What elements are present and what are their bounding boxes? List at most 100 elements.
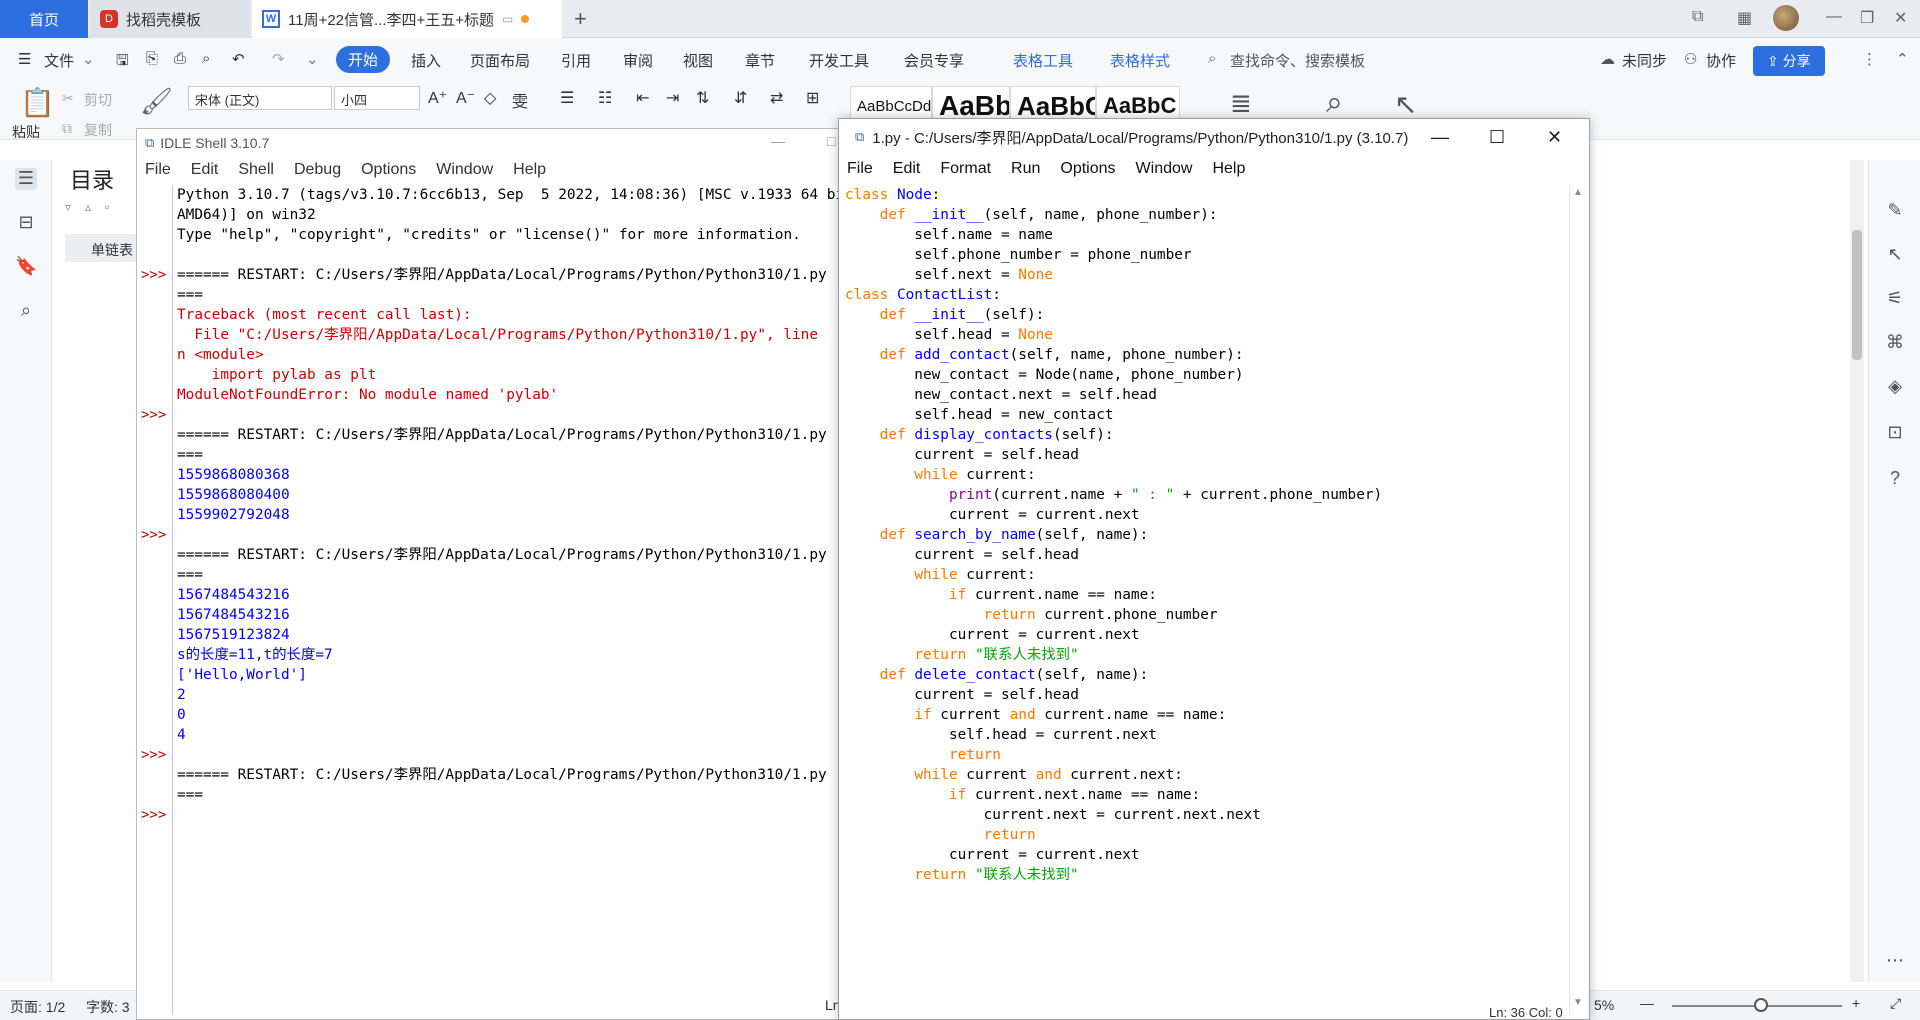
bullet-list-icon[interactable]: ☰ [560,88,574,108]
shell-menu-help[interactable]: Help [513,161,546,179]
new-tab-plus-icon[interactable]: + [574,6,587,32]
scroll-down-icon[interactable]: ▼ [1573,997,1583,1008]
editor-menu-run[interactable]: Run [1011,160,1040,178]
editor-menu-options[interactable]: Options [1060,160,1115,178]
document-scroll-thumb[interactable] [1852,230,1862,360]
shrink-font-icon[interactable]: A⁻ [456,88,475,108]
avatar[interactable] [1773,5,1799,31]
cut-button[interactable]: 剪切 [84,90,112,110]
sort-icon[interactable]: ⇵ [734,88,747,108]
shell-menu-shell[interactable]: Shell [238,161,274,179]
share-button[interactable]: ⇪ 分享 [1753,46,1825,76]
paste-button[interactable]: 粘贴 [12,122,40,142]
page-count[interactable]: 页面: 1/2 [10,997,65,1017]
zoom-out-icon[interactable]: — [1640,995,1654,1011]
collapse-ribbon-icon[interactable]: ⌃ [1896,50,1909,68]
export-pdf-icon[interactable]: ⎘ [146,50,158,67]
styles-icon[interactable]: ⌘ [1884,332,1906,354]
indent-icon[interactable]: ⇥ [666,88,679,108]
tab-stops-icon[interactable]: ⊞ [806,88,819,108]
menu-file[interactable]: 文件 [44,50,74,71]
outline-icon[interactable]: ☰ [15,168,37,190]
menu-member[interactable]: 会员专享 [904,50,964,71]
shell-menu-debug[interactable]: Debug [294,161,341,179]
minimize-icon[interactable]: — [1826,8,1842,26]
paragraph-marks-icon[interactable]: ⇄ [770,88,783,108]
phonetic-icon[interactable]: 雯 [512,88,528,112]
editor-menu-edit[interactable]: Edit [893,160,921,178]
properties-icon[interactable]: ⚟ [1884,288,1906,310]
editor-close-icon[interactable]: ✕ [1547,127,1562,148]
chevron-down-icon[interactable]: ⌄ [82,50,95,68]
scroll-up-icon[interactable]: ▲ [1573,187,1583,198]
menu-table-tools[interactable]: 表格工具 [1013,50,1073,71]
toc-item[interactable]: 单链表 [65,234,145,262]
toc-controls[interactable]: ▿▵▫ [65,200,123,214]
editor-menu-help[interactable]: Help [1212,160,1245,178]
editor-menu-format[interactable]: Format [940,160,991,178]
bookmark-icon[interactable]: 🔖 [15,256,37,278]
select-cursor-icon[interactable]: ↖ [1394,88,1417,121]
editor-menu-file[interactable]: File [847,160,873,178]
apps-grid-icon[interactable]: ▦ [1737,8,1752,28]
menu-start[interactable]: 开始 [336,46,391,73]
menu-developer[interactable]: 开发工具 [809,50,869,71]
paste-icon[interactable]: 📋 [20,86,55,119]
font-size-select[interactable]: 小四 [334,86,420,110]
chapter-nav-icon[interactable]: ⊟ [15,212,37,234]
print-icon[interactable]: ⎙ [174,50,186,67]
text-direction-icon[interactable]: ⇅ [696,88,709,108]
menu-chapter[interactable]: 章节 [745,50,775,71]
save-icon[interactable]: 🖫 [116,50,129,75]
menu-page-layout[interactable]: 页面布局 [470,50,530,71]
shell-menu-edit[interactable]: Edit [191,161,219,179]
tab-template[interactable]: D 找稻壳模板 [90,0,250,38]
help-icon[interactable]: ? [1884,468,1906,490]
more-dots-icon[interactable]: ⋯ [1884,950,1906,972]
select-icon[interactable]: ↖ [1884,244,1906,266]
more-chevron-icon[interactable]: ⌄ [306,50,319,68]
more-icon[interactable]: ⋮ [1862,50,1877,68]
find-replace-icon[interactable]: ⌕ [1326,86,1343,120]
word-count[interactable]: 字数: 3 [86,997,130,1017]
zoom-slider-handle[interactable] [1754,998,1768,1012]
menu-review[interactable]: 审阅 [623,50,653,71]
review-icon[interactable]: ⊡ [1884,422,1906,444]
outdent-icon[interactable]: ⇤ [636,88,649,108]
menu-references[interactable]: 引用 [561,50,591,71]
layout-icon[interactable]: ⧉ [1692,8,1703,26]
undo-icon[interactable]: ↶ [232,50,245,68]
zoom-level[interactable]: 5% [1594,997,1614,1013]
find-icon[interactable]: ⌕ [15,300,37,322]
command-search[interactable]: 查找命令、搜索模板 [1230,50,1365,71]
shell-titlebar[interactable]: ⧉ IDLE Shell 3.10.7 — □ [137,129,845,157]
editor-titlebar[interactable]: ⧉ 1.py - C:/Users/李界阳/AppData/Local/Prog… [839,119,1589,155]
tab-home[interactable]: 首页 [0,0,88,38]
editor-scrollbar[interactable]: ▲ ▼ [1569,185,1587,1015]
close-icon[interactable]: ✕ [1894,8,1907,28]
editor-maximize-icon[interactable]: ☐ [1489,127,1505,148]
shell-menu-options[interactable]: Options [361,161,416,179]
print-preview-icon[interactable]: ⌕ [202,50,210,67]
numbered-list-icon[interactable]: ☷ [598,88,612,108]
shell-menu-window[interactable]: Window [436,161,493,179]
font-family-select[interactable]: 宋体 (正文) [188,86,332,110]
restore-icon[interactable]: ❐ [1860,8,1874,28]
menu-view[interactable]: 视图 [683,50,713,71]
menu-table-style[interactable]: 表格样式 [1110,50,1170,71]
clear-format-icon[interactable]: ◇ [484,88,496,108]
zoom-in-icon[interactable]: + [1852,995,1860,1011]
menu-insert[interactable]: 插入 [411,50,441,71]
hamburger-icon[interactable]: ☰ [18,50,31,68]
text-layout-icon[interactable]: ≣ [1230,88,1252,119]
copy-button[interactable]: 复制 [84,120,112,140]
ai-icon[interactable]: ◈ [1884,376,1906,398]
fullscreen-icon[interactable]: ⤢ [1890,995,1901,1012]
tab-document[interactable]: W 11周+22信管...李四+王五+标题 ▭ [252,0,562,38]
document-scrollbar[interactable] [1850,160,1864,982]
edit-pen-icon[interactable]: ✎ [1884,200,1906,222]
redo-icon[interactable]: ↷ [272,50,285,68]
shell-menu-file[interactable]: File [145,161,171,179]
collab-button[interactable]: 协作 [1706,50,1736,71]
shell-maximize-icon[interactable]: □ [827,133,835,149]
